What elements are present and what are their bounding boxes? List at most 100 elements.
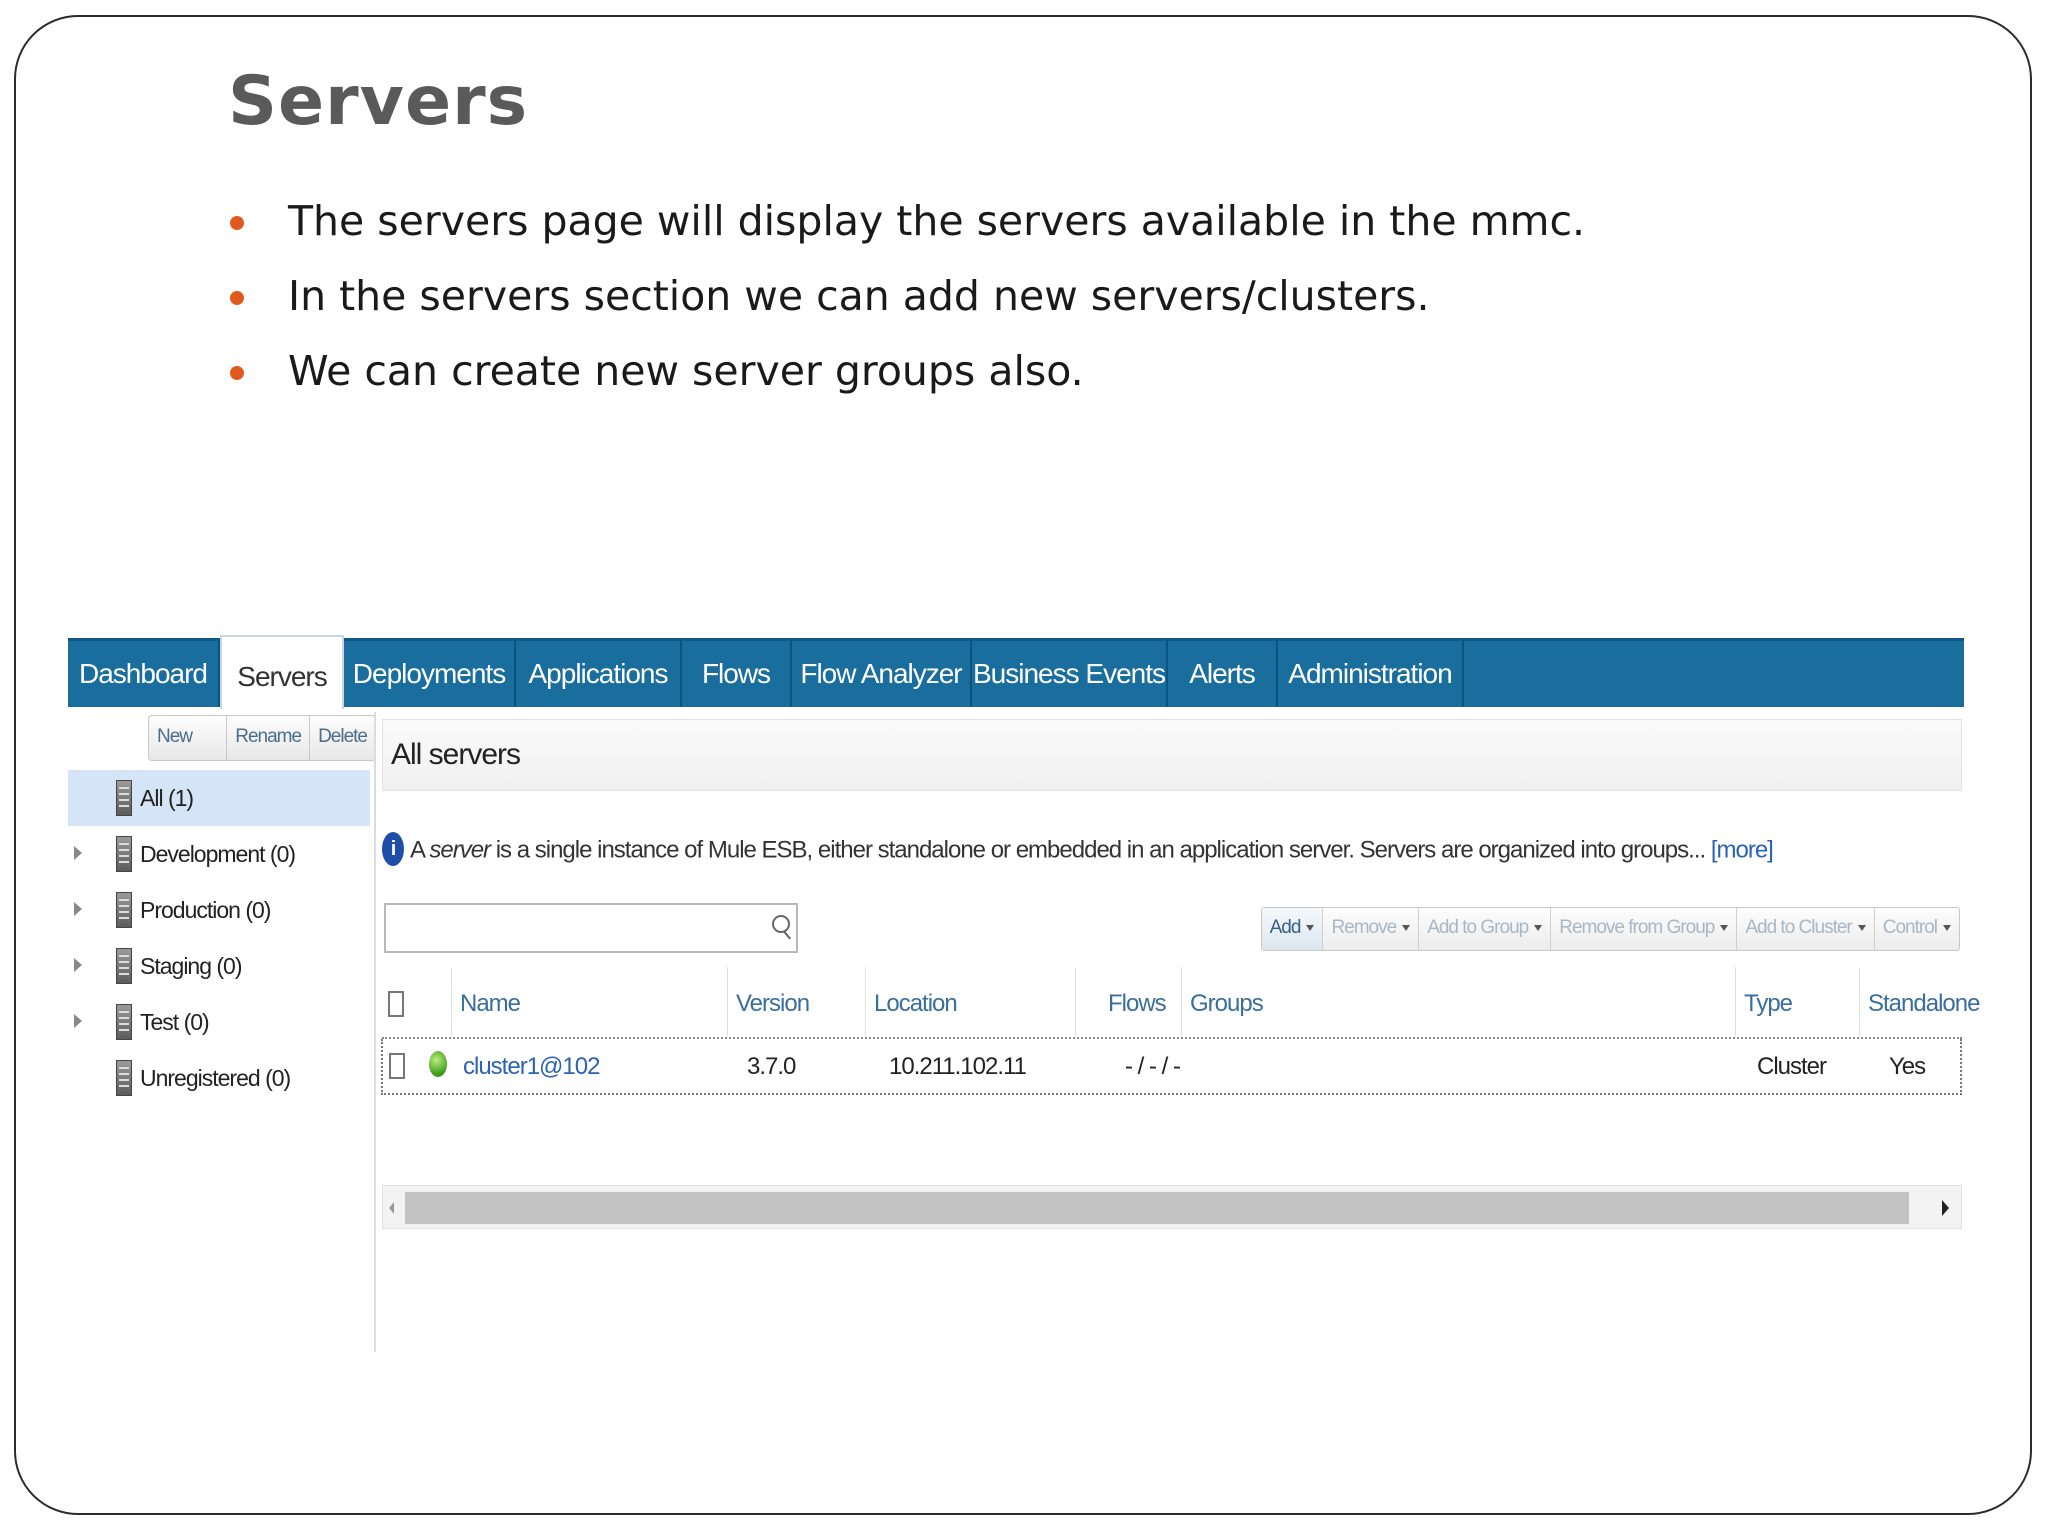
table-row[interactable]: cluster1@102 3.7.0 10.211.102.11 - / - /… [381,1039,1962,1095]
horizontal-scrollbar[interactable] [382,1185,1962,1229]
info-prefix: A [410,836,430,864]
group-label: Staging (0) [140,953,243,979]
expand-arrow-icon[interactable] [74,958,82,972]
tab-dashboard[interactable]: Dashboard [68,641,220,707]
control-button-label: Control [1882,917,1938,938]
server-group-icon [116,947,132,984]
tab-applications[interactable]: Applications [516,641,682,707]
group-production[interactable]: Production (0) [68,882,370,938]
row-checkbox[interactable] [389,1053,405,1079]
info-text: is a single instance of Mule ESB, either… [490,836,1711,864]
info-icon: i [382,832,404,866]
bullet-dot-icon [230,291,244,305]
panel-divider [374,712,376,1352]
chevron-down-icon [1943,924,1951,931]
scrollbar-thumb[interactable] [405,1192,1909,1224]
table-header: Name Version Location Flows Groups Type … [382,967,1980,1039]
bullet-dot-icon [230,216,244,230]
servers-main: All servers iA server is a single instan… [381,719,1980,1352]
scroll-right-icon[interactable] [1942,1200,1949,1216]
tab-flows[interactable]: Flows [682,641,792,707]
chevron-down-icon [1534,924,1543,931]
tab-alerts[interactable]: Alerts [1168,641,1278,707]
bullet-list: The servers page will display the server… [228,196,1585,421]
col-location[interactable]: Location [866,967,1076,1037]
search-input[interactable] [384,903,798,953]
col-flows[interactable]: Flows [1076,967,1182,1037]
group-test[interactable]: Test (0) [68,994,370,1050]
expand-arrow-icon[interactable] [74,902,82,916]
server-version: 3.7.0 [747,1053,796,1080]
scroll-left-icon[interactable] [389,1202,394,1214]
add-to-cluster-label: Add to Cluster [1745,917,1852,938]
col-groups[interactable]: Groups [1182,967,1736,1037]
server-icon [116,779,132,816]
main-header: All servers [382,719,1962,791]
tab-business-events[interactable]: Business Events [972,641,1168,707]
tab-servers[interactable]: Servers [220,635,344,709]
server-groups-panel: New Group Rename Delete All (1) Developm… [68,707,376,1352]
bullet-item: The servers page will display the server… [228,196,1585,271]
remove-button[interactable]: Remove [1323,908,1420,950]
status-online-icon [429,1051,447,1077]
info-emphasis: server [429,836,491,864]
group-label: Production (0) [140,897,271,923]
mmc-screenshot: Dashboard Servers Deployments Applicatio… [68,635,1980,1352]
remove-from-group-button[interactable]: Remove from Group [1551,908,1738,950]
control-button[interactable]: Control [1875,908,1959,950]
servers-table: Name Version Location Flows Groups Type … [381,967,1980,1095]
page-title: All servers [391,738,521,771]
group-label: Test (0) [140,1009,210,1035]
search-icon[interactable] [772,915,790,933]
info-message: iA server is a single instance of Mule E… [382,832,1774,868]
tab-deployments[interactable]: Deployments [344,641,516,707]
bullet-text: We can create new server groups also. [288,347,1084,395]
add-button-label: Add [1269,917,1302,938]
server-type: Cluster [1757,1053,1827,1080]
col-name[interactable]: Name [452,967,728,1037]
group-actions: New Group Rename Delete [148,715,376,789]
server-icon [116,1059,132,1096]
new-group-button[interactable]: New Group [149,716,228,789]
group-staging[interactable]: Staging (0) [68,938,370,994]
server-group-icon [116,1003,132,1040]
col-version[interactable]: Version [728,967,866,1037]
top-nav: Dashboard Servers Deployments Applicatio… [68,635,1964,709]
tab-flow-analyzer[interactable]: Flow Analyzer [792,641,972,707]
col-type[interactable]: Type [1736,967,1860,1037]
server-location: 10.211.102.11 [889,1053,1027,1080]
group-all[interactable]: All (1) [68,770,370,826]
group-tree: All (1) Development (0) Production (0) S… [68,770,370,1106]
server-group-icon [116,891,132,928]
group-unregistered[interactable]: Unregistered (0) [68,1050,370,1106]
chevron-down-icon [1857,924,1866,931]
remove-button-label: Remove [1331,917,1397,938]
add-button[interactable]: Add [1261,908,1324,950]
add-to-group-button[interactable]: Add to Group [1419,908,1552,950]
bullet-text: In the servers section we can add new se… [288,272,1430,320]
server-group-icon [116,835,132,872]
remove-from-group-label: Remove from Group [1559,917,1715,938]
group-development[interactable]: Development (0) [68,826,370,882]
server-name-link[interactable]: cluster1@102 [463,1039,600,1095]
group-label: Development (0) [140,841,296,867]
slide-title: Servers [228,62,529,141]
expand-arrow-icon[interactable] [74,1014,82,1028]
col-standalone[interactable]: Standalone [1860,967,1980,1037]
expand-arrow-icon[interactable] [74,846,82,860]
add-to-group-label: Add to Group [1427,917,1529,938]
more-link[interactable]: [more] [1711,836,1774,863]
bullet-text: The servers page will display the server… [288,197,1586,245]
delete-button[interactable]: Delete [310,716,375,760]
chevron-down-icon [1402,924,1411,931]
tab-administration[interactable]: Administration [1278,641,1464,707]
chevron-down-icon [1306,924,1315,931]
server-standalone: Yes [1889,1053,1926,1080]
bullet-item: In the servers section we can add new se… [228,271,1585,346]
add-to-cluster-button[interactable]: Add to Cluster [1737,908,1875,950]
server-toolbar: Add Remove Add to Group Remove from Grou… [1260,907,1960,951]
server-flows: - / - / - [1125,1053,1181,1080]
col-select [382,967,452,1037]
rename-button[interactable]: Rename [227,716,311,760]
group-label: Unregistered (0) [140,1065,291,1091]
